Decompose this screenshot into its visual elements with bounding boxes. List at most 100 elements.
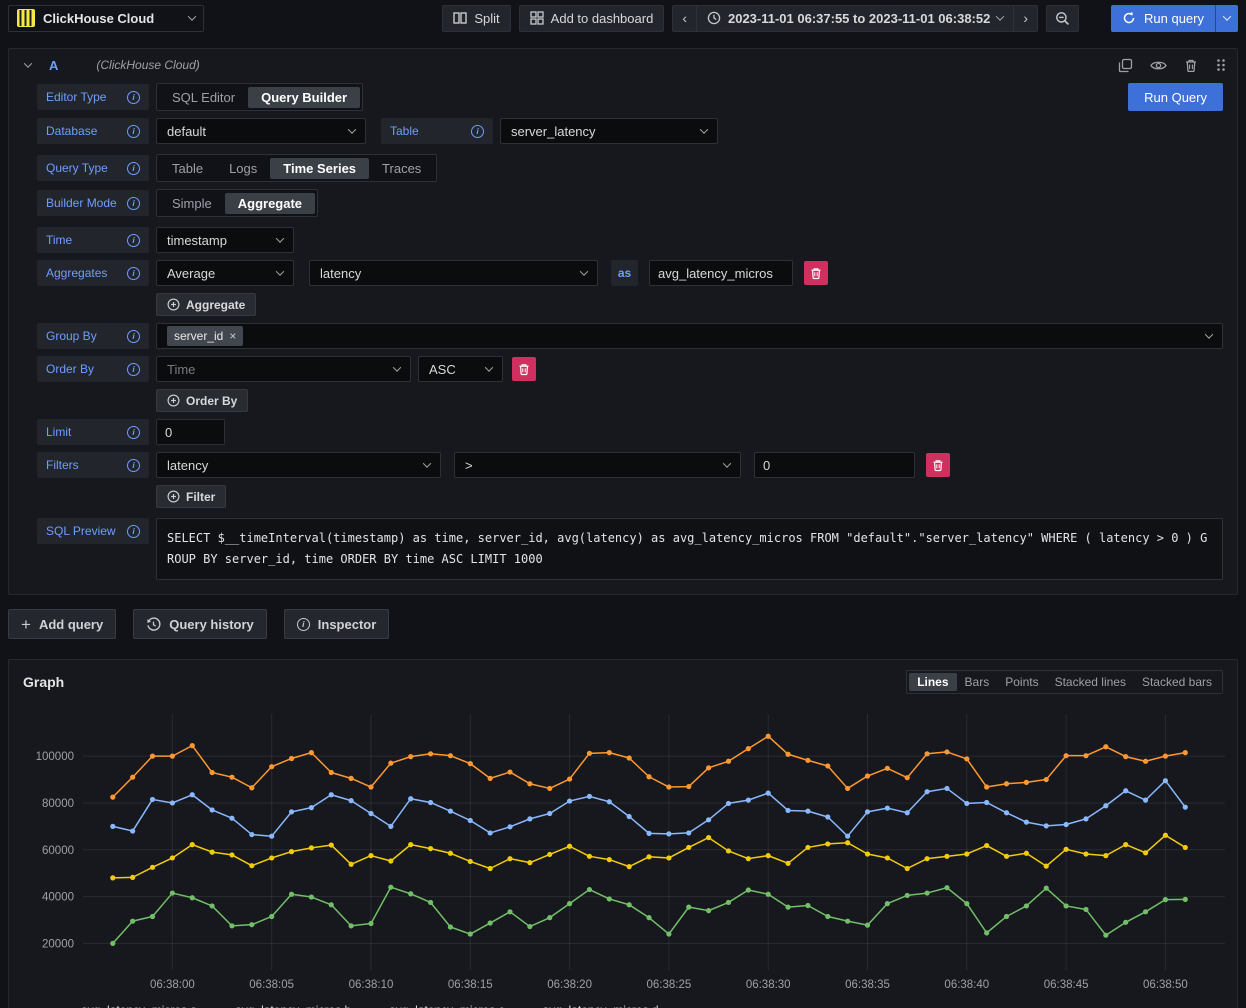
database-select[interactable]: default bbox=[156, 118, 366, 144]
remove-aggregate-button[interactable] bbox=[804, 261, 828, 285]
legend-item[interactable]: avg_latency_micros c bbox=[367, 1003, 504, 1008]
svg-text:80000: 80000 bbox=[42, 798, 74, 810]
plus-icon: + bbox=[21, 616, 31, 633]
svg-text:06:38:50: 06:38:50 bbox=[1143, 979, 1188, 991]
aggregate-column-select[interactable]: latency bbox=[309, 260, 598, 286]
group-by-multiselect[interactable]: server_id× bbox=[156, 323, 1223, 349]
chevron-down-icon bbox=[1205, 330, 1213, 338]
add-aggregate-button[interactable]: Aggregate bbox=[156, 293, 256, 316]
group-by-tag: server_id× bbox=[167, 326, 243, 346]
order-by-direction-select[interactable]: ASC bbox=[418, 356, 503, 382]
svg-text:06:38:25: 06:38:25 bbox=[647, 979, 692, 991]
query-type-logs[interactable]: Logs bbox=[216, 158, 270, 179]
legend-item[interactable]: avg_latency_micros b bbox=[213, 1003, 351, 1008]
trash-icon bbox=[810, 267, 822, 280]
query-history-button[interactable]: Query history bbox=[133, 609, 267, 639]
tab-lines[interactable]: Lines bbox=[909, 673, 956, 691]
duplicate-query-icon[interactable] bbox=[1118, 58, 1133, 73]
editor-type-query-builder[interactable]: Query Builder bbox=[248, 87, 360, 108]
query-header: A (ClickHouse Cloud) bbox=[9, 49, 1237, 81]
chevron-down-icon bbox=[423, 459, 431, 467]
tab-bars[interactable]: Bars bbox=[957, 673, 998, 691]
run-query-dropdown[interactable] bbox=[1215, 5, 1238, 32]
add-filter-button[interactable]: Filter bbox=[156, 485, 226, 508]
filter-column-select[interactable]: latency bbox=[156, 452, 441, 478]
filter-operator-select[interactable]: > bbox=[454, 452, 741, 478]
svg-text:06:38:10: 06:38:10 bbox=[349, 979, 394, 991]
chevron-down-icon bbox=[700, 125, 708, 133]
filter-value-input[interactable] bbox=[754, 452, 915, 478]
clock-icon bbox=[707, 11, 721, 25]
drag-handle-icon[interactable] bbox=[1215, 58, 1227, 72]
split-button[interactable]: Split bbox=[442, 5, 510, 32]
inspector-button[interactable]: Inspector bbox=[284, 609, 390, 639]
group-by-label: Group By bbox=[37, 323, 149, 349]
aggregate-alias-input[interactable] bbox=[649, 260, 793, 286]
info-icon bbox=[297, 618, 310, 631]
chevron-down-icon bbox=[348, 125, 356, 133]
time-column-select[interactable]: timestamp bbox=[156, 227, 294, 253]
remove-filter-button[interactable] bbox=[926, 453, 950, 477]
add-to-dashboard-button[interactable]: Add to dashboard bbox=[519, 5, 665, 32]
query-type-toggle: Table Logs Time Series Traces bbox=[156, 154, 437, 182]
clickhouse-logo-icon bbox=[17, 9, 35, 27]
query-type-time-series[interactable]: Time Series bbox=[270, 158, 369, 179]
query-editor-panel: A (ClickHouse Cloud) Editor Type SQL Edi… bbox=[8, 48, 1238, 595]
info-icon bbox=[127, 234, 140, 247]
trash-icon bbox=[932, 459, 944, 472]
editor-type-toggle: SQL Editor Query Builder bbox=[156, 83, 363, 111]
remove-order-by-button[interactable] bbox=[512, 357, 536, 381]
panel-run-query-button[interactable]: Run Query bbox=[1128, 83, 1223, 111]
info-icon bbox=[471, 125, 484, 138]
remove-tag-icon[interactable]: × bbox=[229, 329, 236, 343]
svg-text:100000: 100000 bbox=[36, 751, 74, 763]
remove-query-trash-icon[interactable] bbox=[1184, 58, 1198, 73]
info-icon bbox=[127, 426, 140, 439]
tab-points[interactable]: Points bbox=[997, 673, 1046, 691]
datasource-picker[interactable]: ClickHouse Cloud bbox=[8, 5, 204, 32]
table-select[interactable]: server_latency bbox=[500, 118, 718, 144]
graph-panel: Graph Lines Bars Points Stacked lines St… bbox=[8, 659, 1238, 1008]
query-type-table[interactable]: Table bbox=[159, 158, 216, 179]
collapse-chevron-icon[interactable] bbox=[24, 59, 32, 67]
builder-mode-aggregate[interactable]: Aggregate bbox=[225, 193, 315, 214]
editor-type-sql-editor[interactable]: SQL Editor bbox=[159, 87, 248, 108]
svg-text:06:38:05: 06:38:05 bbox=[249, 979, 294, 991]
filters-label: Filters bbox=[37, 452, 149, 478]
info-icon bbox=[127, 267, 140, 280]
tab-stacked-lines[interactable]: Stacked lines bbox=[1047, 673, 1134, 691]
zoom-out-button[interactable] bbox=[1046, 5, 1079, 32]
hide-response-eye-icon[interactable] bbox=[1150, 59, 1167, 72]
legend-label: avg_latency_micros c bbox=[389, 1003, 504, 1008]
query-type-traces[interactable]: Traces bbox=[369, 158, 434, 179]
builder-mode-simple[interactable]: Simple bbox=[159, 193, 225, 214]
info-icon bbox=[127, 363, 140, 376]
legend-item[interactable]: avg_latency_micros a bbox=[59, 1003, 197, 1008]
add-query-button[interactable]: + Add query bbox=[8, 609, 116, 639]
info-icon bbox=[127, 459, 140, 472]
query-ref-id[interactable]: A bbox=[49, 58, 58, 73]
tab-stacked-bars[interactable]: Stacked bars bbox=[1134, 673, 1220, 691]
history-icon bbox=[146, 617, 161, 632]
limit-input[interactable] bbox=[156, 419, 225, 445]
time-range-picker[interactable]: 2023-11-01 06:37:55 to 2023-11-01 06:38:… bbox=[696, 5, 1013, 32]
svg-text:06:38:20: 06:38:20 bbox=[547, 979, 592, 991]
chevron-down-icon bbox=[996, 12, 1004, 20]
add-order-by-button[interactable]: Order By bbox=[156, 389, 248, 412]
run-query-button[interactable]: Run query bbox=[1111, 5, 1215, 32]
aggregate-function-select[interactable]: Average bbox=[156, 260, 294, 286]
latency-chart[interactable]: 2000040000600008000010000006:38:0006:38:… bbox=[23, 706, 1223, 999]
datasource-name: ClickHouse Cloud bbox=[43, 11, 181, 26]
order-by-field-select[interactable]: Time bbox=[156, 356, 411, 382]
legend-item[interactable]: avg_latency_micros d bbox=[521, 1003, 659, 1008]
as-label: as bbox=[611, 260, 638, 286]
time-range-forward-button[interactable]: › bbox=[1013, 5, 1038, 32]
time-range-back-button[interactable]: ‹ bbox=[672, 5, 696, 32]
chevron-down-icon bbox=[188, 12, 196, 20]
chevron-down-icon bbox=[276, 267, 284, 275]
plus-circle-icon bbox=[167, 394, 180, 407]
info-icon bbox=[127, 162, 140, 175]
sql-preview-label: SQL Preview bbox=[37, 518, 149, 544]
chevron-down-icon bbox=[580, 267, 588, 275]
limit-label: Limit bbox=[37, 419, 149, 445]
